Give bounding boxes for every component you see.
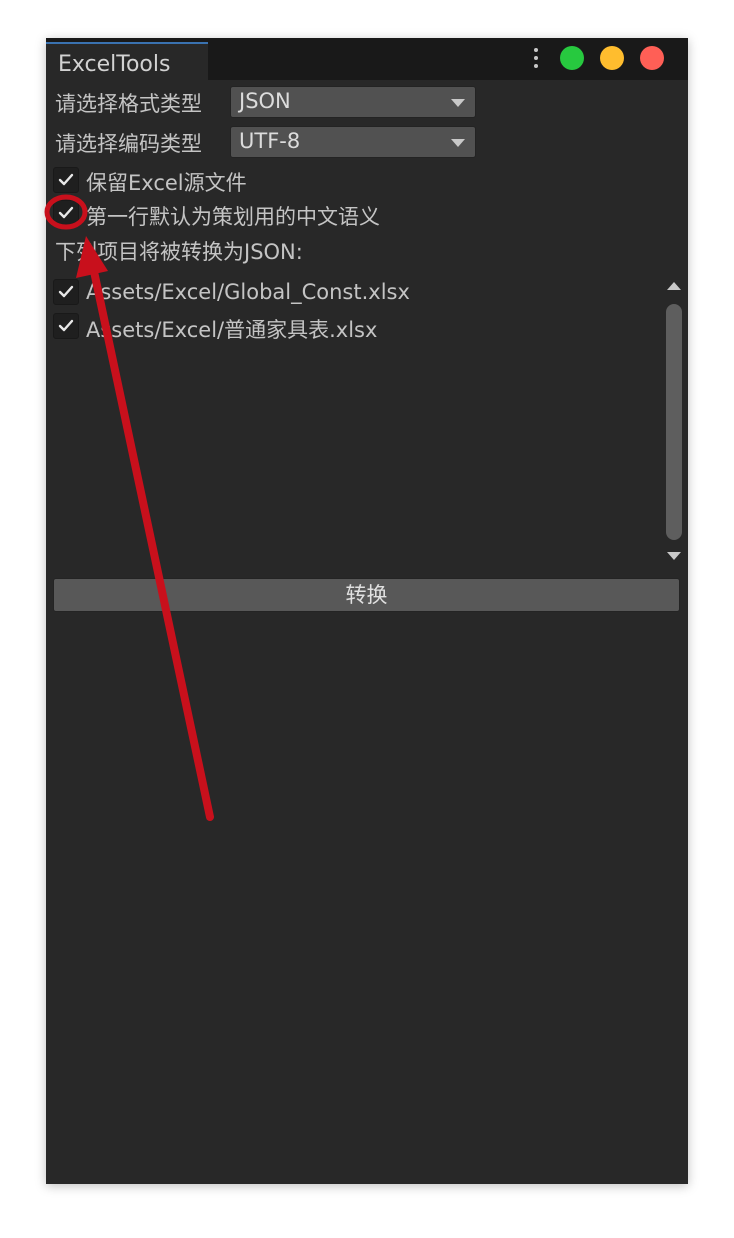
file-path-global-const: Assets/Excel/Global_Const.xlsx	[86, 280, 410, 304]
scroll-down-icon[interactable]	[667, 552, 681, 560]
file-path-furniture-table: Assets/Excel/普通家具表.xlsx	[86, 318, 378, 342]
more-options-icon[interactable]	[530, 48, 542, 70]
format-type-dropdown[interactable]: JSON	[230, 86, 476, 118]
scroll-up-icon[interactable]	[667, 282, 681, 290]
checkmark-icon	[58, 206, 74, 219]
first-row-semantic-checkbox[interactable]	[53, 200, 79, 226]
checkmark-icon	[58, 319, 74, 332]
exceltools-window: ExcelTools 请选择格式类型 JSON 请选择编码类型 UTF-8 保留…	[46, 38, 688, 1184]
format-type-label: 请选择格式类型	[55, 92, 202, 116]
keep-source-label: 保留Excel源文件	[86, 171, 247, 195]
file-checkbox-furniture-table[interactable]	[53, 313, 79, 339]
maximize-button[interactable]	[560, 46, 584, 70]
encoding-type-dropdown[interactable]: UTF-8	[230, 126, 476, 158]
convert-button[interactable]: 转换	[53, 578, 680, 612]
encoding-type-label: 请选择编码类型	[55, 132, 202, 156]
tab-exceltools[interactable]: ExcelTools	[46, 42, 208, 80]
file-checkbox-global-const[interactable]	[53, 279, 79, 305]
tab-label: ExcelTools	[58, 52, 171, 77]
minimize-button[interactable]	[600, 46, 624, 70]
convert-list-header: 下列项目将被转换为JSON:	[55, 240, 303, 264]
chevron-down-icon	[451, 99, 465, 107]
encoding-type-value: UTF-8	[239, 129, 301, 153]
file-list-scrollbar[interactable]	[660, 272, 688, 570]
first-row-semantic-label: 第一行默认为策划用的中文语义	[86, 205, 380, 229]
title-bar: ExcelTools	[46, 38, 688, 80]
checkmark-icon	[58, 285, 74, 298]
scrollbar-thumb[interactable]	[666, 304, 682, 540]
format-type-value: JSON	[239, 89, 291, 113]
close-button[interactable]	[640, 46, 664, 70]
checkmark-icon	[58, 173, 74, 186]
chevron-down-icon	[451, 139, 465, 147]
keep-source-checkbox[interactable]	[53, 167, 79, 193]
